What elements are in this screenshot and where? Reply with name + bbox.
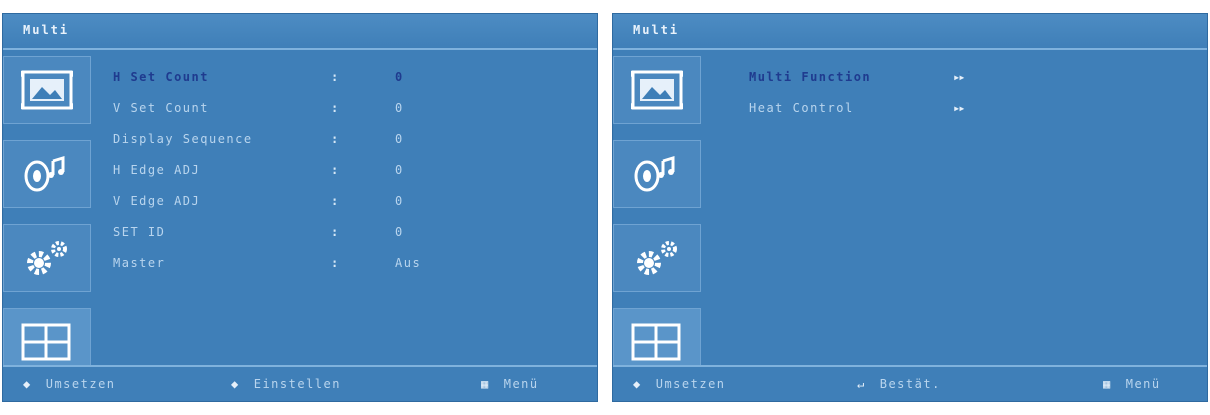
row-label: Master (113, 256, 166, 270)
title-bar: Multi (3, 14, 597, 50)
hint-umsetzen: ◆ Umsetzen (23, 377, 116, 391)
hint-bestaetigen: ↵ Bestät. (857, 377, 941, 391)
enter-icon: ↵ (857, 377, 866, 391)
row-label: V Set Count (113, 101, 209, 115)
osd-multi-menu-right: Multi Multi Function ▸▸ Heat Control ▸▸ … (613, 14, 1207, 401)
row-value: 0 (395, 163, 404, 177)
up-down-icon: ◆ (23, 377, 32, 391)
row-label: Heat Control (749, 101, 854, 115)
row-label: Multi Function (749, 70, 872, 84)
picture-icon (631, 70, 683, 110)
settings-gears-icon (637, 241, 677, 275)
menu-title: Multi (23, 23, 70, 37)
submenu-arrow-icon: ▸▸ (953, 70, 966, 84)
hint-label: Menü (1125, 377, 1161, 391)
row-colon: : (331, 256, 340, 270)
hint-umsetzen: ◆ Umsetzen (633, 377, 726, 391)
hint-label: Umsetzen (655, 377, 726, 391)
row-label: Display Sequence (113, 132, 253, 146)
row-colon: : (331, 194, 340, 208)
row-value: 0 (395, 194, 404, 208)
row-colon: : (331, 70, 340, 84)
footer-hint-bar: ◆ Umsetzen ◆ Einstellen ▦ Menü (3, 365, 597, 401)
hint-label: Bestät. (879, 377, 941, 391)
row-value: 0 (395, 132, 404, 146)
menu-icon: ▦ (481, 377, 490, 391)
footer-hint-bar: ◆ Umsetzen ↵ Bestät. ▦ Menü (613, 365, 1207, 401)
category-sidebar (613, 50, 709, 376)
title-bar: Multi (613, 14, 1207, 50)
row-label: H Edge ADJ (113, 163, 201, 177)
row-value: Aus (395, 256, 422, 270)
row-colon: : (331, 101, 340, 115)
menu-icon: ▦ (1103, 377, 1112, 391)
hint-label: Umsetzen (45, 377, 116, 391)
category-sidebar (3, 50, 99, 376)
row-colon: : (331, 132, 340, 146)
sidebar-item-sound[interactable] (613, 140, 701, 208)
hint-menu: ▦ Menü (1103, 377, 1161, 391)
hint-label: Menü (503, 377, 539, 391)
row-label: H Set Count (113, 70, 209, 84)
menu-content: Multi Function ▸▸ Heat Control ▸▸ (723, 60, 1197, 361)
hint-einstellen: ◆ Einstellen (231, 377, 341, 391)
menu-content: H Set Count : 0 V Set Count : 0 Display … (113, 60, 587, 361)
sidebar-item-settings[interactable] (613, 224, 701, 292)
hint-label: Einstellen (253, 377, 341, 391)
menu-title: Multi (633, 23, 680, 37)
sidebar-item-sound[interactable] (3, 140, 91, 208)
row-colon: : (331, 163, 340, 177)
sidebar-item-picture[interactable] (3, 56, 91, 124)
row-value: 0 (395, 70, 404, 84)
up-down-icon: ◆ (633, 377, 642, 391)
left-right-icon: ◆ (231, 377, 240, 391)
row-label: SET ID (113, 225, 166, 239)
submenu-arrow-icon: ▸▸ (953, 101, 966, 115)
sidebar-item-settings[interactable] (3, 224, 91, 292)
picture-icon (21, 70, 73, 110)
row-value: 0 (395, 225, 404, 239)
osd-multi-menu-left: Multi H Set Count: 0 V Set Count: 0 Di… (3, 14, 597, 401)
sound-icon (634, 155, 675, 192)
multi-screen-grid-icon (21, 323, 71, 361)
hint-menu: ▦ Menü (481, 377, 539, 391)
row-colon: : (331, 225, 340, 239)
row-label: V Edge ADJ (113, 194, 201, 208)
multi-screen-grid-icon (631, 323, 681, 361)
row-value: 0 (395, 101, 404, 115)
sidebar-item-picture[interactable] (613, 56, 701, 124)
sound-icon (24, 155, 65, 192)
settings-gears-icon (27, 241, 67, 275)
